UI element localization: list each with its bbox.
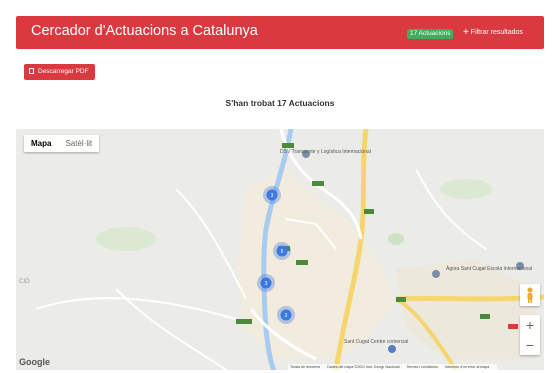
cluster-marker[interactable]: 2 [277, 306, 295, 324]
file-pdf-icon [29, 68, 34, 74]
zoom-control: + − [520, 315, 540, 355]
filter-results-label: Filtrar resultados [470, 29, 523, 36]
cluster-count: 3 [265, 281, 268, 287]
header-bar: Cercador d'Actuacions a Catalunya 17 Act… [16, 16, 544, 49]
map-type-satellite[interactable]: Satèl·lit [58, 135, 99, 152]
poi-label-dsv: DSV Transporte y Logística Internacional [280, 149, 371, 155]
cluster-count: 3 [271, 193, 274, 199]
page: Cercador d'Actuacions a Catalunya 17 Act… [0, 0, 552, 373]
poi-label-agora: Àgora Sant Cugat Escola Internacional [446, 266, 533, 272]
attribution-data: Dades del mapa ©2021 Inst. Geogr. Nacion… [327, 365, 400, 369]
zoom-in-button[interactable]: + [520, 315, 540, 335]
cluster-count: 2 [285, 313, 288, 319]
plus-icon: + [463, 27, 469, 38]
results-count-badge: 17 Actuacions [407, 29, 454, 39]
map-canvas[interactable]: 3 5 3 2 DSV Transporte y Logística Inter… [16, 129, 544, 370]
page-title: Cercador d'Actuacions a Catalunya [31, 23, 258, 39]
street-view-pegman-icon[interactable] [520, 284, 540, 306]
google-logo[interactable]: Google [19, 357, 50, 367]
cluster-marker[interactable]: 3 [257, 274, 275, 292]
map-label-cio: CIÓ [19, 279, 30, 285]
zoom-out-button[interactable]: − [520, 335, 540, 355]
cluster-count: 5 [281, 249, 284, 255]
cluster-marker[interactable]: 5 [273, 242, 291, 260]
map-type-control: Mapa Satèl·lit [24, 135, 100, 152]
results-heading: S'han trobat 17 Actuacions [225, 98, 335, 108]
attribution-terms[interactable]: Termes i condicions [406, 365, 438, 369]
attribution-report[interactable]: Informeu d'un error al mapa [445, 365, 489, 369]
cluster-marker[interactable]: 3 [263, 186, 281, 204]
map-tiles: 3 5 3 2 [16, 129, 544, 370]
download-pdf-button[interactable]: Descarregar PDF [24, 64, 95, 80]
filter-results-link[interactable]: + Filtrar resultados [463, 26, 523, 38]
poi-label-santcugat: Sant Cugat Centre comercial [344, 339, 409, 345]
download-pdf-label: Descarregar PDF [38, 68, 89, 75]
attribution-shortcuts[interactable]: Teclas de dreceres [290, 365, 320, 369]
map-attribution: Teclas de dreceres Dades del mapa ©2021 … [288, 364, 498, 370]
map-type-map[interactable]: Mapa [24, 135, 58, 152]
